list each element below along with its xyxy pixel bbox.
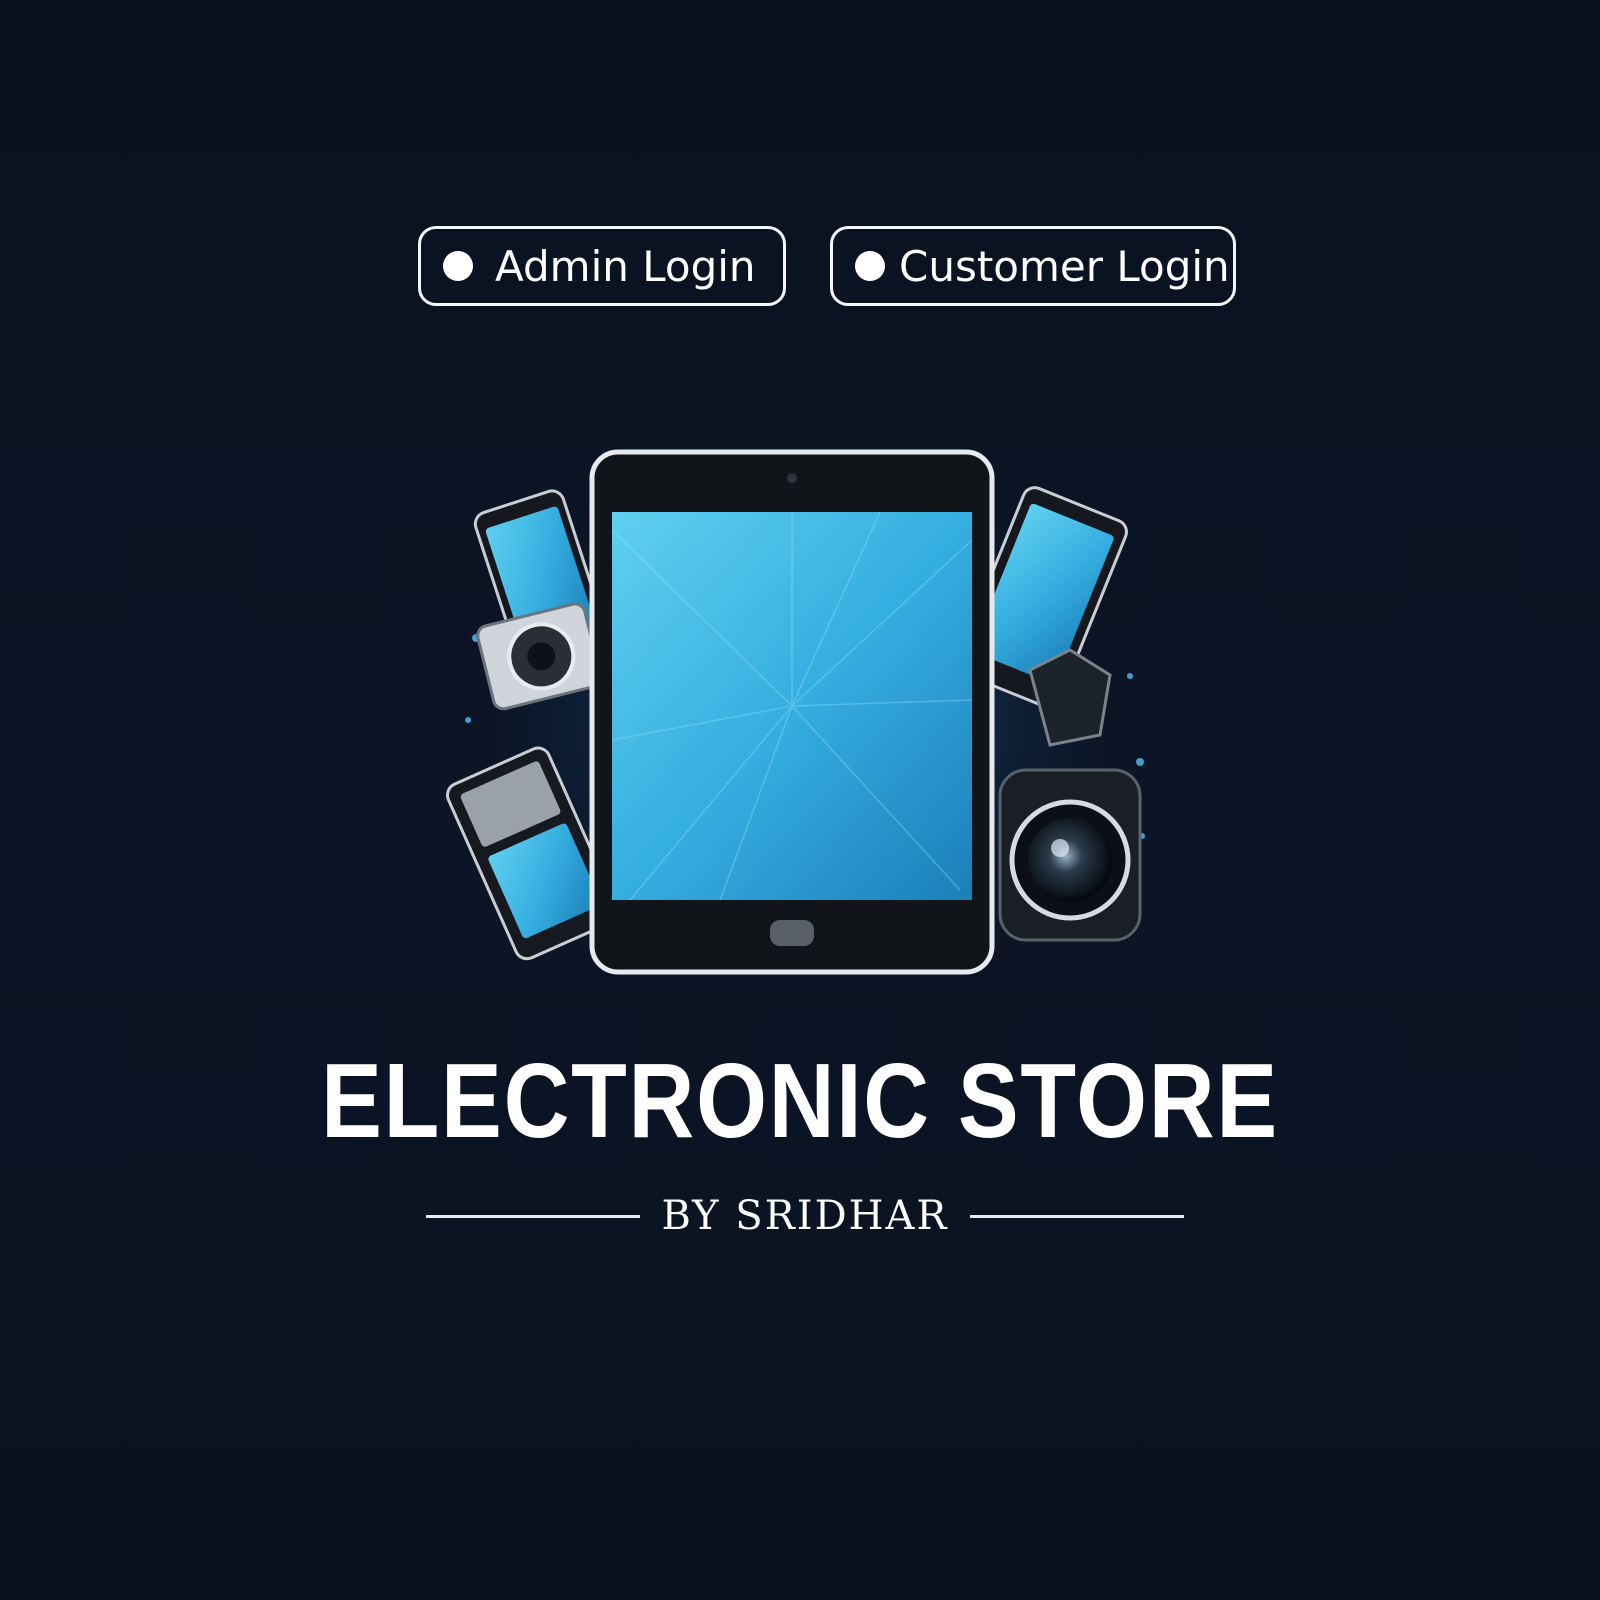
divider-left [426,1214,640,1218]
admin-login-button[interactable]: Admin Login [418,226,786,306]
landing-page: Admin Login Customer Login ELECTRONIC ST… [0,0,1600,1600]
byline-row: BY SRIDHAR [426,1188,1184,1244]
bullet-icon [855,251,885,281]
admin-login-label: Admin Login [495,241,756,291]
electronics-devices-icon [445,449,1150,1000]
customer-login-label: Customer Login [899,241,1230,291]
customer-login-button[interactable]: Customer Login [830,226,1236,306]
divider-right [970,1214,1184,1218]
brand-byline: BY SRIDHAR [661,1193,949,1239]
tablet-icon [589,449,995,975]
bullet-icon [443,251,473,281]
brand-title: ELECTRONIC STORE [321,1042,1279,1160]
